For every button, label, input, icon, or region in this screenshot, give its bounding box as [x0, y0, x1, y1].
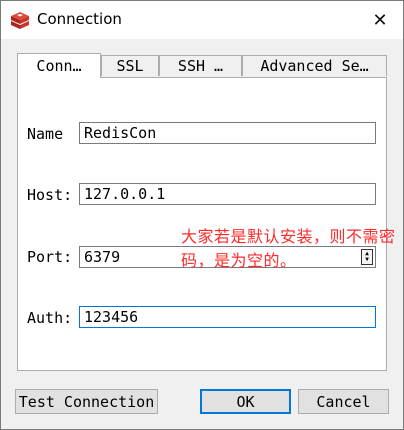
tab-connection[interactable]: Conn…	[17, 53, 101, 78]
window-title: Connection	[37, 10, 122, 28]
auth-label: Auth:	[27, 309, 73, 327]
close-button[interactable]: ✕	[357, 1, 403, 39]
redis-icon	[11, 12, 29, 29]
host-field[interactable]: 127.0.0.1	[79, 183, 376, 205]
cancel-button[interactable]: Cancel	[298, 389, 389, 414]
tab-ssl[interactable]: SSL	[101, 55, 159, 76]
title-bar: Connection ✕	[1, 1, 403, 39]
connection-dialog: Connection ✕ Conn… SSL SSH … Advanced Se…	[0, 0, 404, 430]
name-label: Name	[27, 125, 64, 143]
tab-advanced-settings[interactable]: Advanced Se…	[242, 55, 387, 76]
annotation-note: 大家若是默认安装，则不需密码，是为空的。	[181, 227, 396, 270]
name-field[interactable]: RedisCon	[79, 122, 376, 144]
port-label: Port:	[27, 248, 73, 266]
close-icon: ✕	[372, 9, 388, 31]
auth-field[interactable]: 123456	[79, 306, 376, 328]
ok-button[interactable]: OK	[200, 389, 291, 414]
test-connection-button[interactable]: Test Connection	[15, 389, 158, 414]
tab-ssh[interactable]: SSH …	[159, 55, 242, 76]
port-value: 6379	[84, 248, 121, 266]
host-label: Host:	[27, 186, 73, 204]
